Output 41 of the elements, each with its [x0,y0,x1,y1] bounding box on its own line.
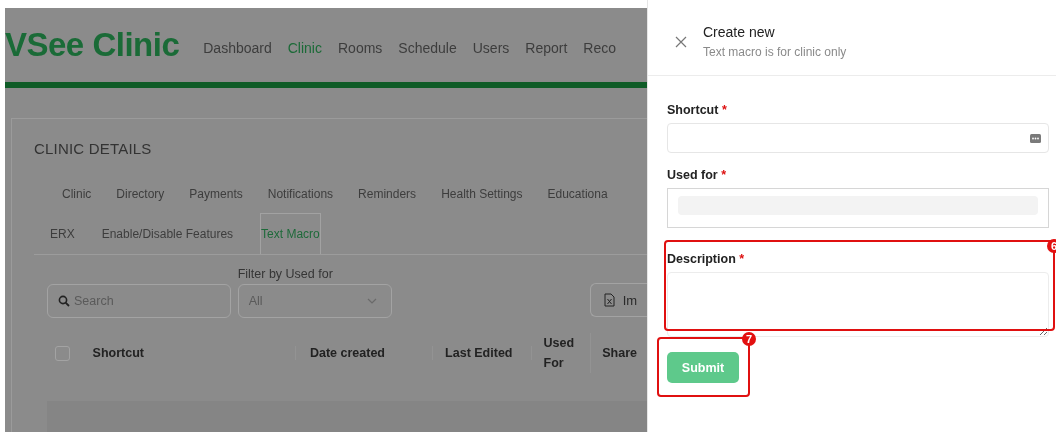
tab[interactable]: Reminders [358,187,417,201]
logo: VSee Clinic [5,26,180,64]
nav-link[interactable]: Schedule [398,34,457,56]
section-title: CLINIC DETAILS [34,140,153,157]
tab[interactable]: ERX [50,214,75,254]
tab[interactable]: Text Macro [260,213,321,254]
column-header: Date created [295,346,434,360]
field-label: Shortcut * [667,103,728,117]
drawer-title: Create new [703,23,776,41]
nav-link[interactable]: Rooms [338,34,383,56]
callout-badge: 6 [1047,239,1056,253]
tab[interactable]: Notifications [267,187,334,201]
chevron-down-icon [366,298,377,304]
textarea-field[interactable] [667,272,1049,337]
nav-link[interactable]: Reco [583,34,616,56]
close-icon [675,36,687,48]
column-header: Share [601,346,638,360]
nav-link[interactable]: Dashboard [203,34,272,56]
column-header: Last Edited [433,346,532,360]
nav-link[interactable]: Users [472,34,510,56]
callout-badge: 7 [742,332,756,346]
filter-label: Filter by Used for [237,267,334,281]
nav-link[interactable]: Clinic [287,34,322,56]
tab[interactable]: Enable/Disable Features [101,214,234,254]
column-header: Used For [531,333,592,373]
search-icon [58,295,70,307]
password-dots-icon [1030,133,1041,143]
checkbox[interactable] [55,345,70,361]
column-header: Shortcut [92,346,296,360]
text-field[interactable] [667,123,1049,153]
field-label: Used for * [667,168,728,182]
spreadsheet-file-icon [603,293,615,307]
drawer-subtitle: Text macro is for clinic only [703,45,847,59]
tab[interactable]: Clinic [62,187,92,201]
nav-link[interactable]: Report [525,34,568,56]
tab[interactable]: Payments [189,187,243,201]
tab[interactable]: Directory [116,187,165,201]
tab[interactable]: Health Settings [441,187,523,201]
tab[interactable]: Educationa [547,187,608,201]
select-field[interactable] [667,188,1049,228]
field-label: Description * [667,252,746,266]
